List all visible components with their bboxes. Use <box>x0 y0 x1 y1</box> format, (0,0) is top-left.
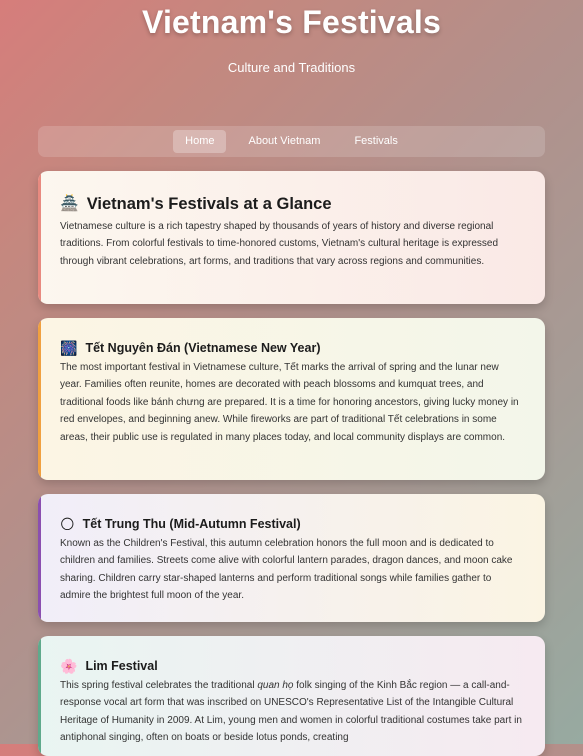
tet-card: 🎆 Tết Nguyên Đán (Vietnamese New Year) T… <box>38 318 545 480</box>
mid-autumn-card-text: Known as the Children's Festival, this a… <box>60 538 513 602</box>
intro-card-title: 🏯 Vietnam's Festivals at a Glance <box>60 171 523 213</box>
moon-icon: 🌕 <box>60 516 75 532</box>
nav-festivals-link[interactable]: Festivals <box>342 130 409 153</box>
pagoda-icon: 🏯 <box>60 195 79 212</box>
nav-about-link[interactable]: About Vietnam <box>236 130 332 153</box>
lim-text-italic: quan họ <box>257 680 294 691</box>
tet-card-text: The most important festival in Vietnames… <box>60 362 519 443</box>
nav-home-link[interactable]: Home <box>173 130 227 153</box>
blossom-icon: 🌸 <box>60 658 78 674</box>
main-nav: Home About Vietnam Festivals <box>38 126 545 157</box>
lim-card-title: 🌸 Lim Festival <box>60 636 523 673</box>
page-subtitle: Culture and Traditions <box>227 60 356 75</box>
mid-autumn-card-title: 🌕 Tết Trung Thu (Mid-Autumn Festival) <box>60 494 523 531</box>
mid-autumn-card-title-text: Tết Trung Thu (Mid-Autumn Festival) <box>82 517 301 531</box>
fireworks-icon: 🎆 <box>60 340 78 356</box>
intro-card-title-text: Vietnam's Festivals at a Glance <box>86 195 332 213</box>
tet-card-title-text: Tết Nguyên Đán (Vietnamese New Year) <box>85 341 321 355</box>
lim-card: 🌸 Lim Festival This spring festival cele… <box>38 636 545 756</box>
intro-card: 🏯 Vietnam's Festivals at a Glance Vietna… <box>38 171 545 304</box>
site-header: Vietnam's Festivals Culture and Traditio… <box>0 0 583 76</box>
lim-card-text: This spring festival celebrates the trad… <box>60 677 523 747</box>
page-title: Vietnam's Festivals <box>142 4 441 40</box>
lim-card-title-text: Lim Festival <box>85 659 158 673</box>
mid-autumn-card: 🌕 Tết Trung Thu (Mid-Autumn Festival) Kn… <box>38 494 545 622</box>
lim-text-before: This spring festival celebrates the trad… <box>60 680 258 691</box>
intro-card-text: Vietnamese culture is a rich tapestry sh… <box>60 221 499 267</box>
tet-card-title: 🎆 Tết Nguyên Đán (Vietnamese New Year) <box>60 318 523 355</box>
